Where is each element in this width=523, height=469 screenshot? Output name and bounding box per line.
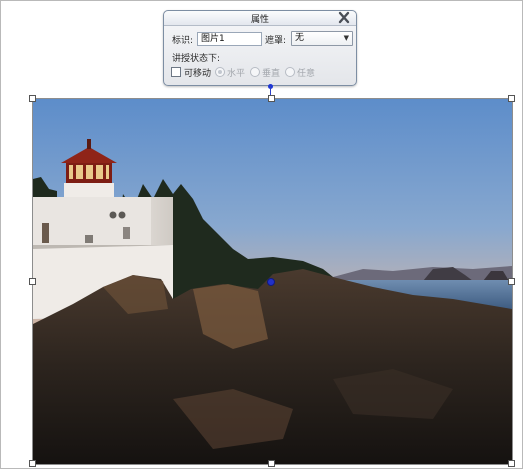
resize-handle-top-left[interactable] [29, 95, 36, 102]
radio-vertical[interactable] [250, 67, 260, 77]
resize-handle-top[interactable] [268, 95, 275, 102]
movable-label: 可移动 [184, 69, 212, 79]
resize-handle-bottom-right[interactable] [508, 460, 515, 467]
mask-label: 遮罩: [265, 36, 287, 46]
properties-dialog: 属性 标识: 图片1 遮罩: 无 ▼ 讲授状态下: 可移动 水平 垂直 任意 [163, 10, 357, 86]
radio-horizontal[interactable] [215, 67, 225, 77]
resize-handle-right[interactable] [508, 278, 515, 285]
movable-checkbox[interactable] [171, 67, 181, 77]
resize-handle-bottom[interactable] [268, 460, 275, 467]
mask-select-value: 无 [295, 33, 305, 43]
radio-any[interactable] [285, 67, 295, 77]
teaching-mode-label: 讲授状态下: [172, 54, 221, 64]
resize-handle-left[interactable] [29, 278, 36, 285]
radio-horizontal-label: 水平 [227, 69, 246, 79]
dialog-titlebar[interactable]: 属性 [164, 11, 356, 26]
mask-select[interactable]: 无 ▼ [291, 31, 353, 46]
close-icon[interactable] [338, 11, 350, 24]
resize-handle-bottom-left[interactable] [29, 460, 36, 467]
id-label: 标识: [172, 36, 194, 46]
center-anchor-handle[interactable] [267, 278, 275, 286]
radio-any-label: 任意 [297, 69, 316, 79]
id-input[interactable]: 图片1 [197, 32, 262, 46]
chevron-down-icon: ▼ [343, 34, 349, 42]
radio-vertical-label: 垂直 [262, 69, 281, 79]
dialog-title: 属性 [250, 15, 269, 25]
resize-handle-top-right[interactable] [508, 95, 515, 102]
